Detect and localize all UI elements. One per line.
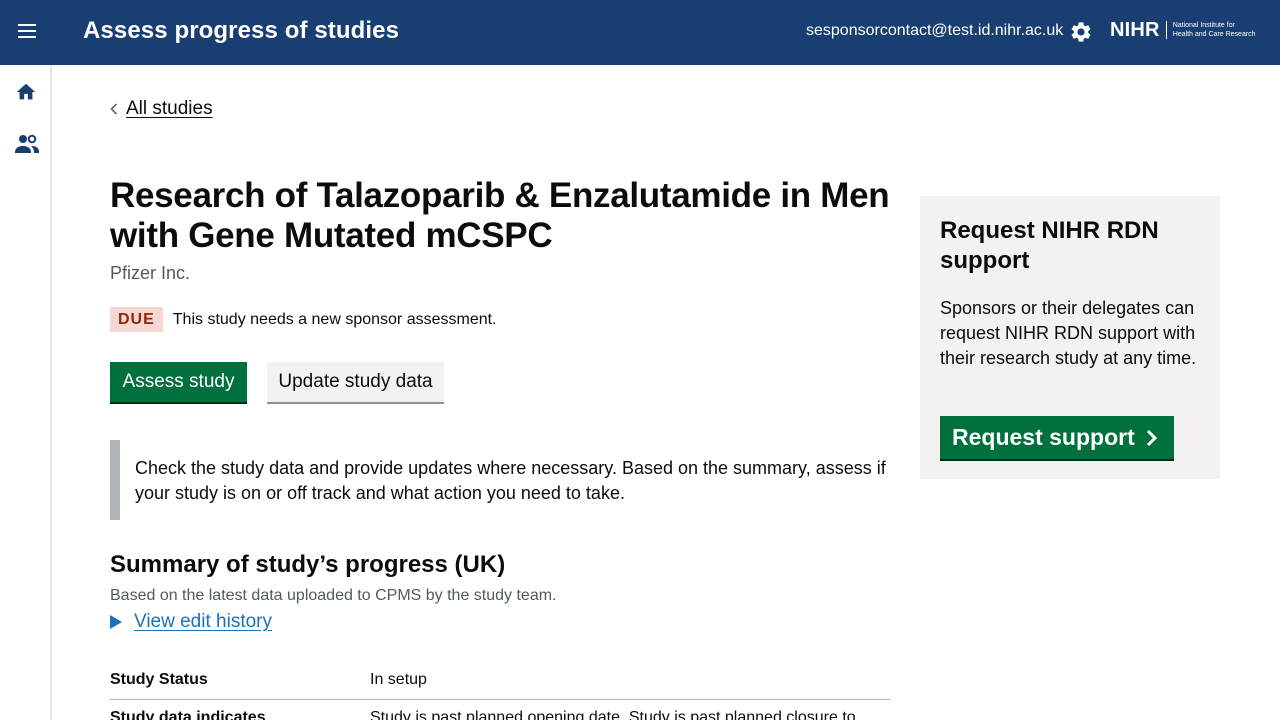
summary-key: Study data indicates — [110, 709, 266, 720]
logo-sub-line2: Health and Care Research — [1172, 31, 1256, 38]
summary-list: Study Status In setup Study data indicat… — [110, 660, 890, 720]
status-row: DUE This study needs a new sponsor asses… — [110, 307, 497, 332]
summary-value: In setup — [370, 670, 427, 688]
summary-row: Study Status In setup — [110, 660, 890, 700]
logo-subtitle: National Institute for Health and Care R… — [1173, 21, 1256, 39]
summary-value: Study is past planned opening date. Stud… — [370, 709, 856, 720]
nihr-logo[interactable]: NIHR National Institute for Health and C… — [1110, 20, 1256, 40]
menu-icon[interactable] — [14, 20, 40, 46]
side-navigation — [0, 65, 52, 720]
status-badge: DUE — [110, 307, 163, 332]
app-title[interactable]: Assess progress of studies — [83, 17, 399, 45]
chevron-left-icon — [110, 103, 118, 115]
summary-subtitle: Based on the latest data uploaded to CPM… — [110, 587, 557, 604]
support-panel-body: Sponsors or their delegates can request … — [940, 298, 1197, 368]
sponsor-name: Pfizer Inc. — [110, 263, 191, 283]
request-support-button[interactable]: Request support — [940, 416, 1174, 459]
view-edit-history-toggle[interactable]: View edit history — [110, 611, 272, 633]
inset-text: Check the study data and provide updates… — [110, 440, 890, 520]
request-support-label: Request support — [952, 424, 1135, 450]
gear-icon[interactable] — [1069, 20, 1093, 44]
assess-study-button[interactable]: Assess study — [110, 362, 247, 402]
page-title: Research of Talazoparib & Enzalutamide i… — [110, 176, 890, 255]
support-panel: Request NIHR RDN support Sponsors or the… — [920, 196, 1220, 479]
app-header: Assess progress of studies sesponsorcont… — [0, 0, 1280, 65]
back-link[interactable]: All studies — [110, 98, 213, 120]
back-link-label[interactable]: All studies — [126, 98, 213, 120]
summary-title: Summary of study’s progress (UK) — [110, 551, 506, 578]
user-email: sesponsorcontact@test.id.nihr.ac.uk — [806, 22, 1064, 39]
logo-sub-line1: National Institute for — [1172, 22, 1235, 29]
status-message: This study needs a new sponsor assessmen… — [172, 310, 497, 328]
summary-key: Study Status — [110, 670, 208, 688]
logo-word: NIHR — [1110, 19, 1160, 41]
caret-right-icon — [110, 615, 122, 629]
summary-row: Study data indicates Study is past plann… — [110, 700, 890, 720]
view-edit-history-link[interactable]: View edit history — [134, 611, 272, 633]
support-panel-title: Request NIHR RDN support — [940, 217, 1159, 274]
users-icon[interactable] — [14, 133, 40, 155]
logo-divider — [1165, 21, 1167, 39]
chevron-right-icon — [1146, 429, 1157, 446]
home-icon[interactable] — [15, 81, 37, 103]
update-study-data-button[interactable]: Update study data — [267, 362, 444, 402]
